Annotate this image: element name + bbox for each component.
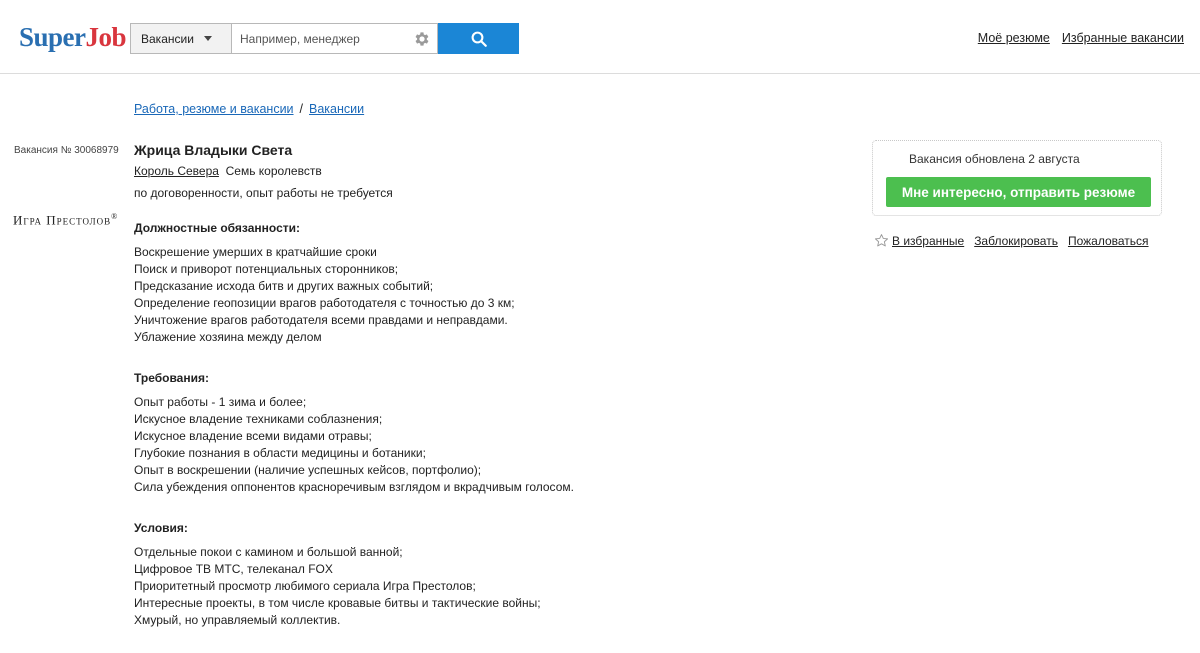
star-icon <box>874 234 889 247</box>
vacancy-actions: В избранные Заблокировать Пожаловаться <box>874 233 1149 248</box>
site-header: SuperJob Вакансии Моё резюме Избранные в… <box>0 0 1200 74</box>
list-item: Глубокие познания в области медицины и б… <box>134 446 426 460</box>
logo-part-super: Super <box>19 22 86 52</box>
search-field-wrapper <box>231 23 438 54</box>
company-logo-text: Игра Престолов <box>13 212 112 228</box>
list-item: Цифровое ТВ МТС, телеканал FOX <box>134 562 333 576</box>
list-item: Сила убеждения оппонентов красноречивым … <box>134 480 574 494</box>
registered-mark: ® <box>111 212 119 221</box>
favorite-vacancies-link[interactable]: Избранные вакансии <box>1062 31 1184 45</box>
list-item: Воскрешение умерших в кратчайшие сроки <box>134 245 377 259</box>
gear-icon[interactable] <box>413 30 431 48</box>
vacancy-title: Жрица Владыки Света <box>134 142 293 158</box>
chevron-down-icon <box>203 36 212 41</box>
block-link[interactable]: Заблокировать <box>974 234 1058 248</box>
category-select-value: Вакансии <box>141 31 194 46</box>
list-item: Опыт в воскрешении (наличие успешных кей… <box>134 463 482 477</box>
list-item: Искусное владение техниками соблазнения; <box>134 412 383 426</box>
report-link[interactable]: Пожаловаться <box>1068 234 1149 248</box>
vacancy-number: Вакансия № 30068979 <box>14 145 119 156</box>
add-favorite[interactable]: В избранные <box>874 233 964 248</box>
section-heading: Условия: <box>134 521 188 535</box>
vacancy-location: Семь королевств <box>225 164 322 178</box>
header-links: Моё резюме Избранные вакансии <box>978 31 1184 45</box>
list-item: Отдельные покои с камином и большой ванн… <box>134 545 403 559</box>
list-item: Искусное владение всеми видами отравы; <box>134 429 372 443</box>
requirements-list: Опыт работы - 1 зима и более; Искусное в… <box>134 394 834 496</box>
search-icon <box>471 31 487 47</box>
company-logo[interactable]: Игра Престолов® <box>13 212 118 228</box>
vacancy-content: Жрица Владыки Света Король Севера Семь к… <box>134 142 834 653</box>
category-select[interactable]: Вакансии <box>130 23 231 54</box>
section-heading: Должностные обязанности: <box>134 221 300 235</box>
list-item: Ублажение хозяина между делом <box>134 330 322 344</box>
duties-list: Воскрешение умерших в кратчайшие сроки П… <box>134 244 834 346</box>
vacancy-salary: по договоренности, опыт работы не требуе… <box>134 186 393 200</box>
section-duties: Должностные обязанности: Воскрешение уме… <box>134 220 834 346</box>
breadcrumb: Работа, резюме и вакансии / Вакансии <box>134 102 364 116</box>
section-heading: Требования: <box>134 371 209 385</box>
list-item: Интересные проекты, в том числе кровавые… <box>134 596 541 610</box>
list-item: Хмурый, но управляемый коллектив. <box>134 613 341 627</box>
vacancy-meta: Король Севера Семь королевств <box>134 163 834 180</box>
send-resume-button[interactable]: Мне интересно, отправить резюме <box>886 177 1151 207</box>
section-requirements: Требования: Опыт работы - 1 зима и более… <box>134 370 834 496</box>
logo-part-job: Job <box>85 22 127 52</box>
list-item: Поиск и приворот потенциальных сторонник… <box>134 262 399 276</box>
conditions-list: Отдельные покои с камином и большой ванн… <box>134 544 834 629</box>
search-button[interactable] <box>438 23 519 54</box>
my-resume-link[interactable]: Моё резюме <box>978 31 1050 45</box>
list-item: Приоритетный просмотр любимого сериала И… <box>134 579 476 593</box>
breadcrumb-item-vacancies[interactable]: Вакансии <box>309 102 364 116</box>
list-item: Определение геопозиции врагов работодате… <box>134 296 515 310</box>
search-input[interactable] <box>238 25 412 52</box>
company-link[interactable]: Король Севера <box>134 164 219 178</box>
section-conditions: Условия: Отдельные покои с камином и бол… <box>134 520 834 629</box>
vacancy-updated: Вакансия обновлена 2 августа <box>909 152 1080 166</box>
add-favorite-link[interactable]: В избранные <box>892 234 964 248</box>
list-item: Опыт работы - 1 зима и более; <box>134 395 307 409</box>
search-bar: Вакансии <box>130 23 519 54</box>
list-item: Уничтожение врагов работодателя всеми пр… <box>134 313 508 327</box>
breadcrumb-separator: / <box>299 102 304 116</box>
apply-box: Вакансия обновлена 2 августа Мне интерес… <box>872 140 1162 216</box>
breadcrumb-item-jobs[interactable]: Работа, резюме и вакансии <box>134 102 294 116</box>
superjob-logo[interactable]: SuperJob <box>19 22 127 52</box>
list-item: Предсказание исхода битв и других важных… <box>134 279 434 293</box>
